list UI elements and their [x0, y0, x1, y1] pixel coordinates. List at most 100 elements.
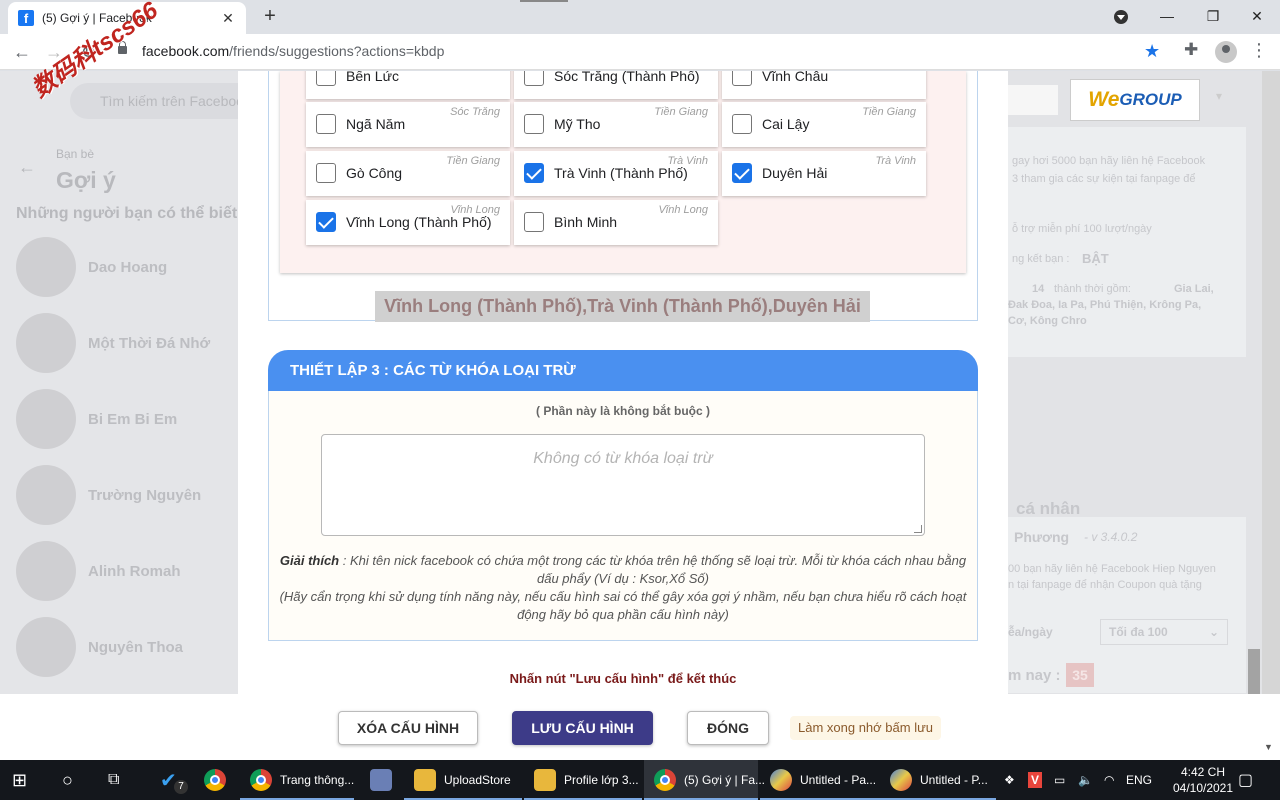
info-line: Đak Đoa, Ia Pa, Phú Thiện, Krông Pa, — [1008, 299, 1202, 311]
avatar — [16, 465, 76, 525]
windows-taskbar: ⊞ ○ ⧉ ✔ 7 Trang thông... UploadStore Prof… — [0, 760, 1280, 800]
bookmark-star-icon[interactable]: ★ — [1144, 41, 1160, 62]
scroll-down-arrow-icon[interactable]: ▼ — [1264, 742, 1273, 752]
close-button[interactable]: ĐÓNG — [687, 711, 769, 745]
city-option[interactable]: Bến Lức — [306, 71, 510, 99]
friend-suggestion[interactable]: Bi Em Bi Em — [16, 389, 236, 449]
taskbar-paint-1[interactable]: Untitled - Pa... — [760, 760, 880, 800]
back-arrow-icon[interactable]: ← — [10, 40, 34, 64]
restore-button[interactable]: ❐ — [1190, 0, 1236, 32]
tray-battery-icon[interactable]: ▭ — [1054, 760, 1065, 800]
page-scrollbar[interactable] — [1262, 71, 1280, 694]
avatar — [16, 389, 76, 449]
windows-start-icon[interactable]: ⊞ — [12, 760, 36, 800]
optional-note: ( Phần này là không bắt buộc ) — [535, 404, 710, 418]
checkbox-checked[interactable] — [316, 212, 336, 232]
taskbar-label: Untitled - Pa... — [800, 773, 877, 787]
dropbox-icon[interactable]: ❖ — [1004, 760, 1015, 800]
city-list: Bến Lức Sóc Trăng (Thành Phố) Vĩnh Châu … — [280, 71, 966, 273]
taskbar-chrome-pinned[interactable] — [198, 760, 234, 800]
avatar — [16, 237, 76, 297]
city-option[interactable]: Cai Lậy Tiền Giang — [722, 102, 926, 147]
city-option[interactable]: Gò Công Tiền Giang — [306, 151, 510, 196]
checkbox[interactable] — [316, 163, 336, 183]
taskbar-vscode[interactable]: ✔ 7 — [150, 760, 194, 800]
taskbar-label: Trang thông... — [280, 773, 355, 787]
checkbox[interactable] — [316, 114, 336, 134]
checkbox-checked[interactable] — [732, 163, 752, 183]
taskbar-paint-2[interactable]: Untitled - P... — [880, 760, 996, 800]
drag-indicator — [520, 0, 568, 2]
tab-search-icon[interactable] — [1114, 10, 1128, 24]
extensions-puzzle-icon[interactable]: ✚ — [1184, 40, 1198, 60]
checkbox[interactable] — [732, 71, 752, 86]
checkbox[interactable] — [524, 114, 544, 134]
taskbar-folder-profile[interactable]: Profile lớp 3... — [524, 760, 642, 800]
scroll-thumb[interactable] — [1248, 649, 1260, 694]
facebook-left-column: Tìm kiếm trên Facebook Bạn bè ← Gợi ý Nh… — [0, 71, 260, 694]
warning-text: (Hãy cẩn trọng khi sử dụng tính năng này… — [279, 589, 967, 622]
exclude-keywords-textarea[interactable]: Không có từ khóa loại trừ — [321, 434, 925, 536]
search-circle-icon[interactable]: ○ — [62, 760, 73, 800]
friend-name: Nguyên Thoa — [88, 639, 184, 656]
paint-icon — [770, 769, 792, 791]
taskbar-chrome-window[interactable]: Trang thông... — [240, 760, 354, 800]
delete-config-button[interactable]: XÓA CẤU HÌNH — [338, 711, 478, 745]
city-option[interactable]: Vĩnh Châu — [722, 71, 926, 99]
province-label: Trà Vinh — [875, 155, 916, 167]
language-indicator[interactable]: ENG — [1126, 760, 1152, 800]
city-option[interactable]: Trà Vinh (Thành Phố) Trà Vinh — [514, 151, 718, 196]
vivaldi-tray-icon[interactable]: V — [1028, 760, 1043, 800]
taskbar-folder-upload[interactable]: UploadStore — [404, 760, 522, 800]
url-path: /friends/suggestions?actions=kbdp — [229, 43, 445, 59]
limit-select[interactable]: Tối đa 100 ⌄ — [1100, 619, 1228, 645]
city-option[interactable]: Sóc Trăng (Thành Phố) — [514, 71, 718, 99]
city-option[interactable]: Bình Minh Vĩnh Long — [514, 200, 718, 245]
city-option[interactable]: Mỹ Tho Tiền Giang — [514, 102, 718, 147]
friend-suggestion[interactable]: Một Thời Đá Nhớ — [16, 313, 236, 373]
selected-cities-summary: Vĩnh Long (Thành Phố),Trà Vinh (Thành Ph… — [375, 291, 870, 322]
clock[interactable]: 4:42 CH 04/10/2021 — [1172, 764, 1234, 796]
city-name: Ngã Năm — [346, 116, 406, 132]
task-view-icon[interactable]: ⧉ — [108, 760, 119, 800]
modal-footer: XÓA CẤU HÌNH LƯU CẤU HÌNH ĐÓNG Làm xong … — [0, 694, 1280, 760]
notification-center-icon[interactable]: ▢ — [1238, 760, 1253, 800]
friend-suggestion[interactable]: Nguyên Thoa — [16, 617, 236, 677]
new-tab-button[interactable]: + — [258, 4, 282, 28]
limit-value: Tối đa 100 — [1109, 625, 1168, 639]
province-label: Sóc Trăng — [450, 106, 500, 118]
checkbox[interactable] — [316, 71, 336, 86]
search-box-fragment — [1008, 85, 1058, 115]
minimize-button[interactable]: — — [1144, 0, 1190, 32]
extension-side-panel: gay hơi 5000 bạn hãy liên hệ Facebook 3 … — [1008, 71, 1280, 694]
city-option[interactable]: Ngã Năm Sóc Trăng — [306, 102, 510, 147]
checkbox-checked[interactable] — [524, 163, 544, 183]
friend-suggestion[interactable]: Dao Hoang — [16, 237, 236, 297]
taskbar-app[interactable] — [360, 760, 404, 800]
tab-close-icon[interactable]: ✕ — [220, 10, 236, 27]
friend-suggestion[interactable]: Alinh Romah — [16, 541, 236, 601]
checkbox[interactable] — [732, 114, 752, 134]
checkbox[interactable] — [524, 71, 544, 86]
setting-3-section: THIẾT LẬP 3 : CÁC TỪ KHÓA LOẠI TRỪ ( Phầ… — [268, 350, 978, 641]
breadcrumb: Bạn bè — [56, 147, 95, 161]
address-bar[interactable]: facebook.com/friends/suggestions?actions… — [142, 43, 444, 59]
back-arrow-icon[interactable]: ← — [18, 157, 36, 178]
friend-suggestion[interactable]: Trường Nguyên — [16, 465, 236, 525]
volume-icon[interactable]: 🔈 — [1078, 760, 1093, 800]
save-config-button[interactable]: LƯU CẤU HÌNH — [512, 711, 653, 745]
wifi-icon[interactable]: ◠ — [1104, 760, 1114, 800]
taskbar-chrome-active[interactable]: (5) Gợi ý | Fa... — [644, 760, 765, 800]
today-label: m nay : — [1008, 667, 1061, 684]
close-window-button[interactable]: ✕ — [1234, 0, 1280, 32]
version-number: - v 3.4.0.2 — [1084, 530, 1138, 544]
facebook-search-input[interactable]: Tìm kiếm trên Facebook — [70, 83, 260, 119]
checkbox[interactable] — [524, 212, 544, 232]
explanation-body: : Khi tên nick facebook có chứa một tron… — [339, 553, 967, 586]
chrome-icon — [250, 769, 272, 791]
city-option[interactable]: Duyên Hải Trà Vinh — [722, 151, 926, 196]
city-option[interactable]: Vĩnh Long (Thành Phố) Vĩnh Long — [306, 200, 510, 245]
chrome-menu-icon[interactable]: ⋮ — [1250, 40, 1268, 61]
profile-avatar-icon[interactable] — [1215, 41, 1237, 63]
section-title: cá nhân — [1016, 499, 1081, 518]
